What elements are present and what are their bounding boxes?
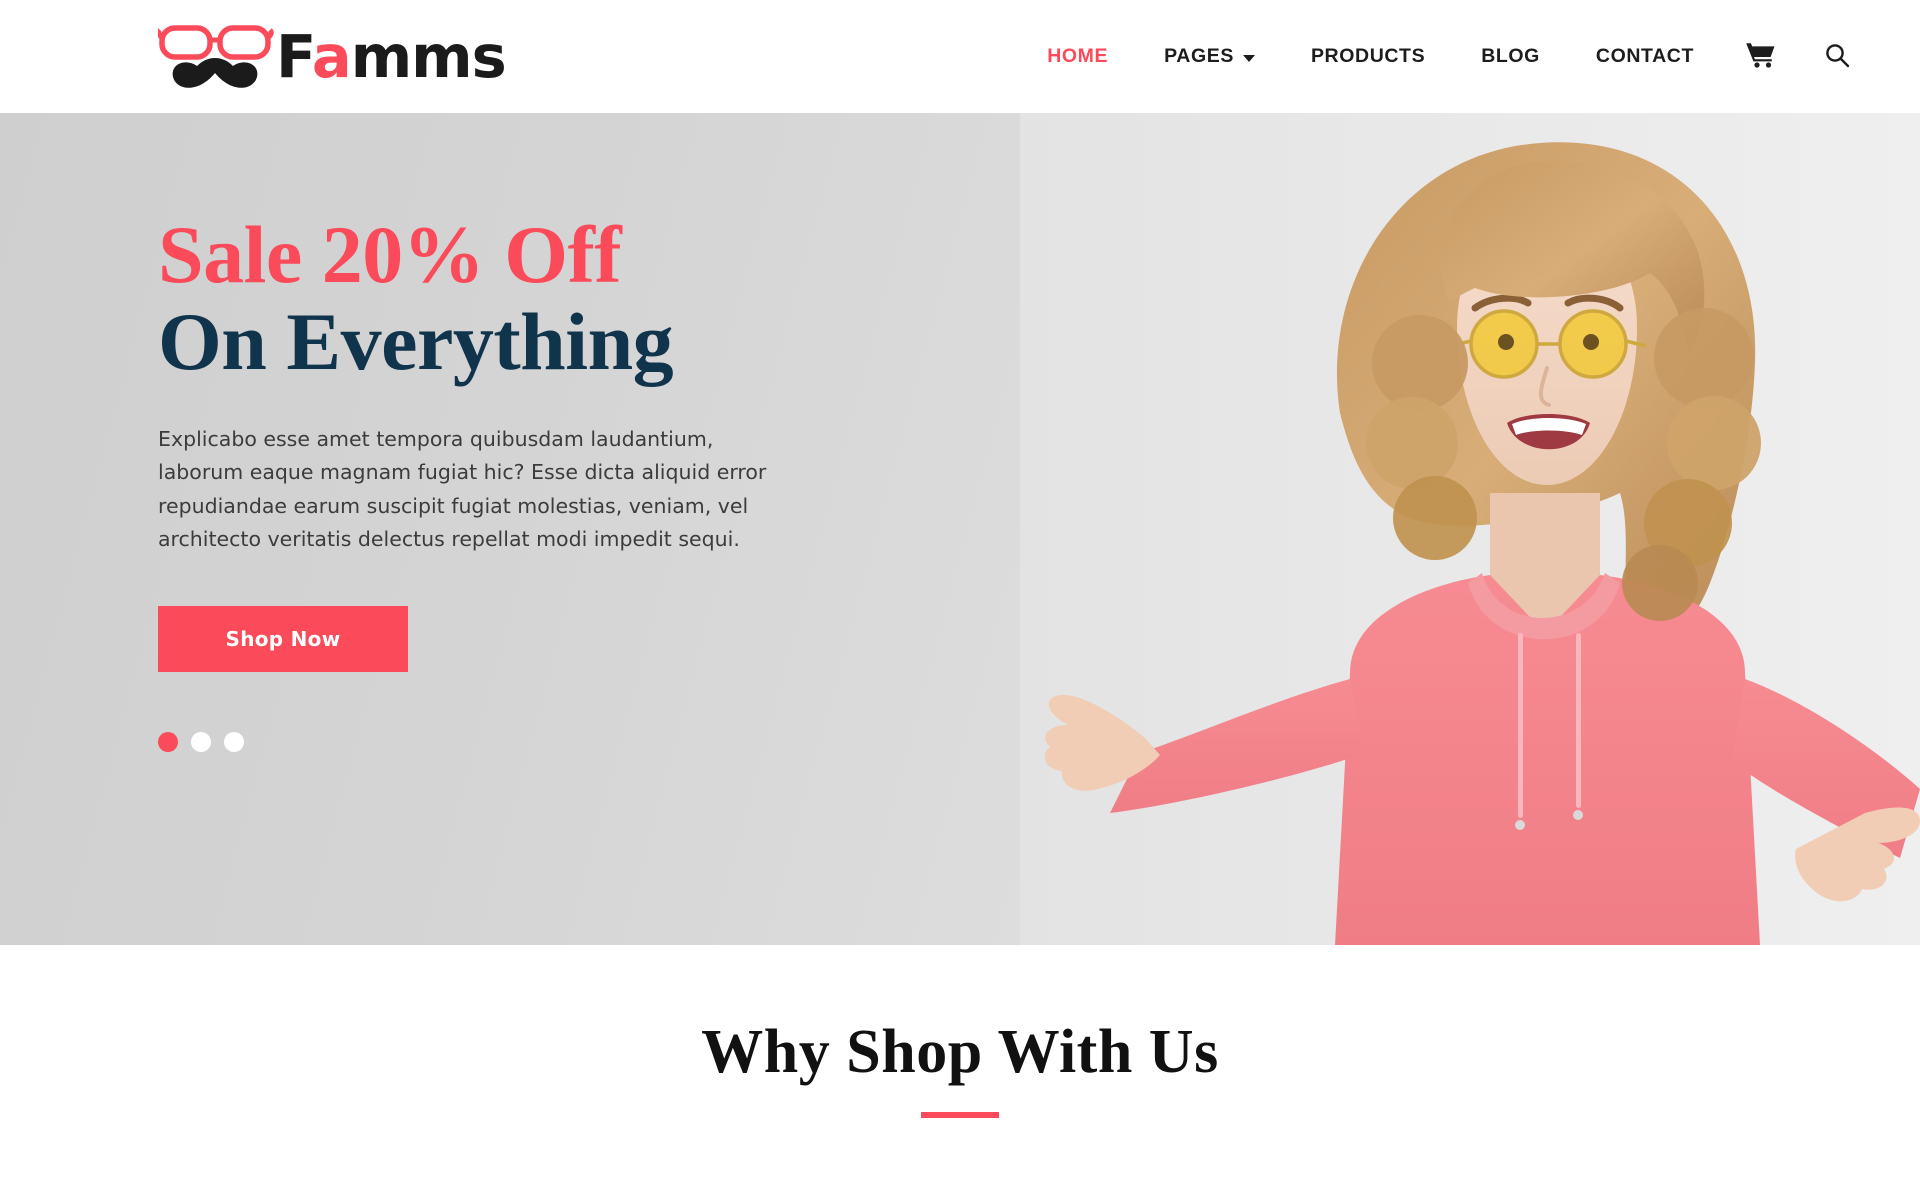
nav-label-home: HOME <box>1047 45 1109 67</box>
logo-text: Famms <box>276 27 507 86</box>
search-button[interactable] <box>1800 42 1874 71</box>
site-logo[interactable]: Famms <box>156 20 507 94</box>
cart-icon <box>1746 42 1776 71</box>
search-icon <box>1824 42 1850 71</box>
why-shop-heading: Why Shop With Us <box>701 1018 1219 1086</box>
logo-text-accent: a <box>311 22 352 91</box>
nav-label-blog: BLOG <box>1481 45 1540 67</box>
chevron-down-icon <box>1242 54 1255 62</box>
hero-title-line1: Sale 20% Off <box>158 209 622 300</box>
logo-text-part1: F <box>276 22 313 91</box>
cart-button[interactable] <box>1722 42 1800 71</box>
nav-item-contact[interactable]: CONTACT <box>1568 45 1722 68</box>
nav-item-home[interactable]: HOME <box>1019 45 1136 68</box>
hero-copy: Sale 20% Off On Everything Explicabo ess… <box>158 113 898 753</box>
carousel-dot-3[interactable] <box>224 732 244 753</box>
hero-title-line2: On Everything <box>158 295 674 387</box>
heading-underline-accent <box>921 1112 999 1118</box>
why-shop-section: Why Shop With Us <box>0 945 1920 1118</box>
carousel-dot-1[interactable] <box>158 732 178 753</box>
glasses-mustache-icon <box>156 20 276 94</box>
hero-title: Sale 20% Off On Everything <box>158 213 898 383</box>
hero-carousel: Sale 20% Off On Everything Explicabo ess… <box>0 113 1920 945</box>
hero-description: Explicabo esse amet tempora quibusdam la… <box>158 427 767 551</box>
shop-now-button[interactable]: Shop Now <box>158 606 408 673</box>
nav-item-blog[interactable]: BLOG <box>1453 45 1568 68</box>
nav-item-products[interactable]: PRODUCTS <box>1283 45 1453 68</box>
nav-label-products: PRODUCTS <box>1310 45 1426 67</box>
nav-label-contact: CONTACT <box>1595 45 1694 67</box>
main-navigation: HOME PAGES PRODUCTS BLOG CONTACT <box>1019 42 1874 71</box>
nav-item-pages[interactable]: PAGES <box>1136 45 1283 68</box>
nav-label-pages: PAGES <box>1164 45 1234 67</box>
site-header: Famms HOME PAGES PRODUCTS BLOG CONTACT <box>0 0 1920 113</box>
carousel-indicators <box>158 732 898 753</box>
carousel-dot-2[interactable] <box>191 732 211 753</box>
logo-text-part2: mms <box>350 22 507 91</box>
